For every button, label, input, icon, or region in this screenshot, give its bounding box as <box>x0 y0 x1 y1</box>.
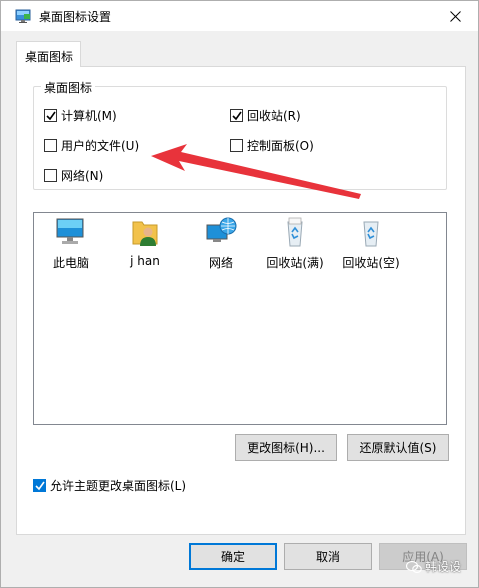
checkbox-label: 用户的文件(U) <box>61 138 140 153</box>
close-icon <box>449 10 461 22</box>
tab-desktop-icons[interactable]: 桌面图标 <box>16 41 81 67</box>
icon-label: j han <box>130 254 160 268</box>
checkbox-recycle-bin[interactable]: 回收站(R) <box>230 107 301 123</box>
desktop-icon-settings-dialog: 桌面图标设置 桌面图标 桌面图标 计算机(M) 回收站(R) 用户的文件(U) … <box>0 0 479 588</box>
change-icon-button[interactable]: 更改图标(H)... <box>235 434 337 461</box>
checkbox-label: 回收站(R) <box>247 108 301 123</box>
checkbox-network[interactable]: 网络(N) <box>44 167 103 183</box>
button-label: 更改图标(H)... <box>247 441 325 455</box>
icon-label: 此电脑 <box>52 256 89 270</box>
icon-label: 回收站(满) <box>266 256 324 270</box>
checkbox-user-files[interactable]: 用户的文件(U) <box>44 137 139 153</box>
window-title: 桌面图标设置 <box>39 10 112 24</box>
checkbox-allow-theme-change[interactable]: 允许主题更改桌面图标(L) <box>33 477 186 493</box>
checkmark-icon <box>35 481 45 490</box>
watermark-text: 韩设设 <box>425 560 462 574</box>
icon-label: 回收站(空) <box>342 256 400 270</box>
annotation-arrow <box>151 144 361 199</box>
network-icon <box>206 217 237 242</box>
checkbox-label: 计算机(M) <box>61 108 117 123</box>
icon-item-recycle-bin-full[interactable]: 回收站(满) <box>260 216 330 271</box>
checkbox-label: 网络(N) <box>61 168 104 183</box>
checkbox-computer[interactable]: 计算机(M) <box>44 107 117 123</box>
button-label: 取消 <box>315 550 340 564</box>
recycle-bin-empty-icon <box>363 221 379 247</box>
watermark: 韩设设 <box>406 558 461 575</box>
computer-icon <box>56 218 84 244</box>
groupbox-label: 桌面图标 <box>41 79 96 96</box>
user-folder-icon <box>132 221 158 246</box>
icon-item-recycle-bin-empty[interactable]: 回收站(空) <box>336 216 406 271</box>
checkbox-box[interactable] <box>44 108 57 122</box>
icon-item-this-pc[interactable]: 此电脑 <box>36 216 106 271</box>
tab-label: 桌面图标 <box>25 50 74 64</box>
checkmark-icon <box>46 111 56 120</box>
checkbox-box[interactable] <box>44 168 57 182</box>
desktop-settings-icon <box>15 9 31 23</box>
title-bar: 桌面图标设置 <box>1 1 478 31</box>
icon-item-network[interactable]: 网络 <box>186 216 256 271</box>
close-button[interactable] <box>432 1 478 31</box>
checkbox-box[interactable] <box>230 108 243 122</box>
wechat-icon <box>406 560 422 573</box>
checkbox-label: 允许主题更改桌面图标(L) <box>50 478 187 493</box>
button-label: 还原默认值(S) <box>359 441 437 455</box>
checkmark-icon <box>232 111 242 120</box>
button-label: 确定 <box>220 550 245 564</box>
checkbox-box[interactable] <box>44 138 57 152</box>
checkbox-box[interactable] <box>33 478 46 492</box>
ok-button[interactable]: 确定 <box>189 543 277 570</box>
recycle-bin-full-icon <box>287 217 303 247</box>
icon-label: 网络 <box>208 256 233 270</box>
restore-default-button[interactable]: 还原默认值(S) <box>347 434 449 461</box>
cancel-button[interactable]: 取消 <box>284 543 372 570</box>
icon-item-user-files[interactable]: j han <box>110 216 180 268</box>
